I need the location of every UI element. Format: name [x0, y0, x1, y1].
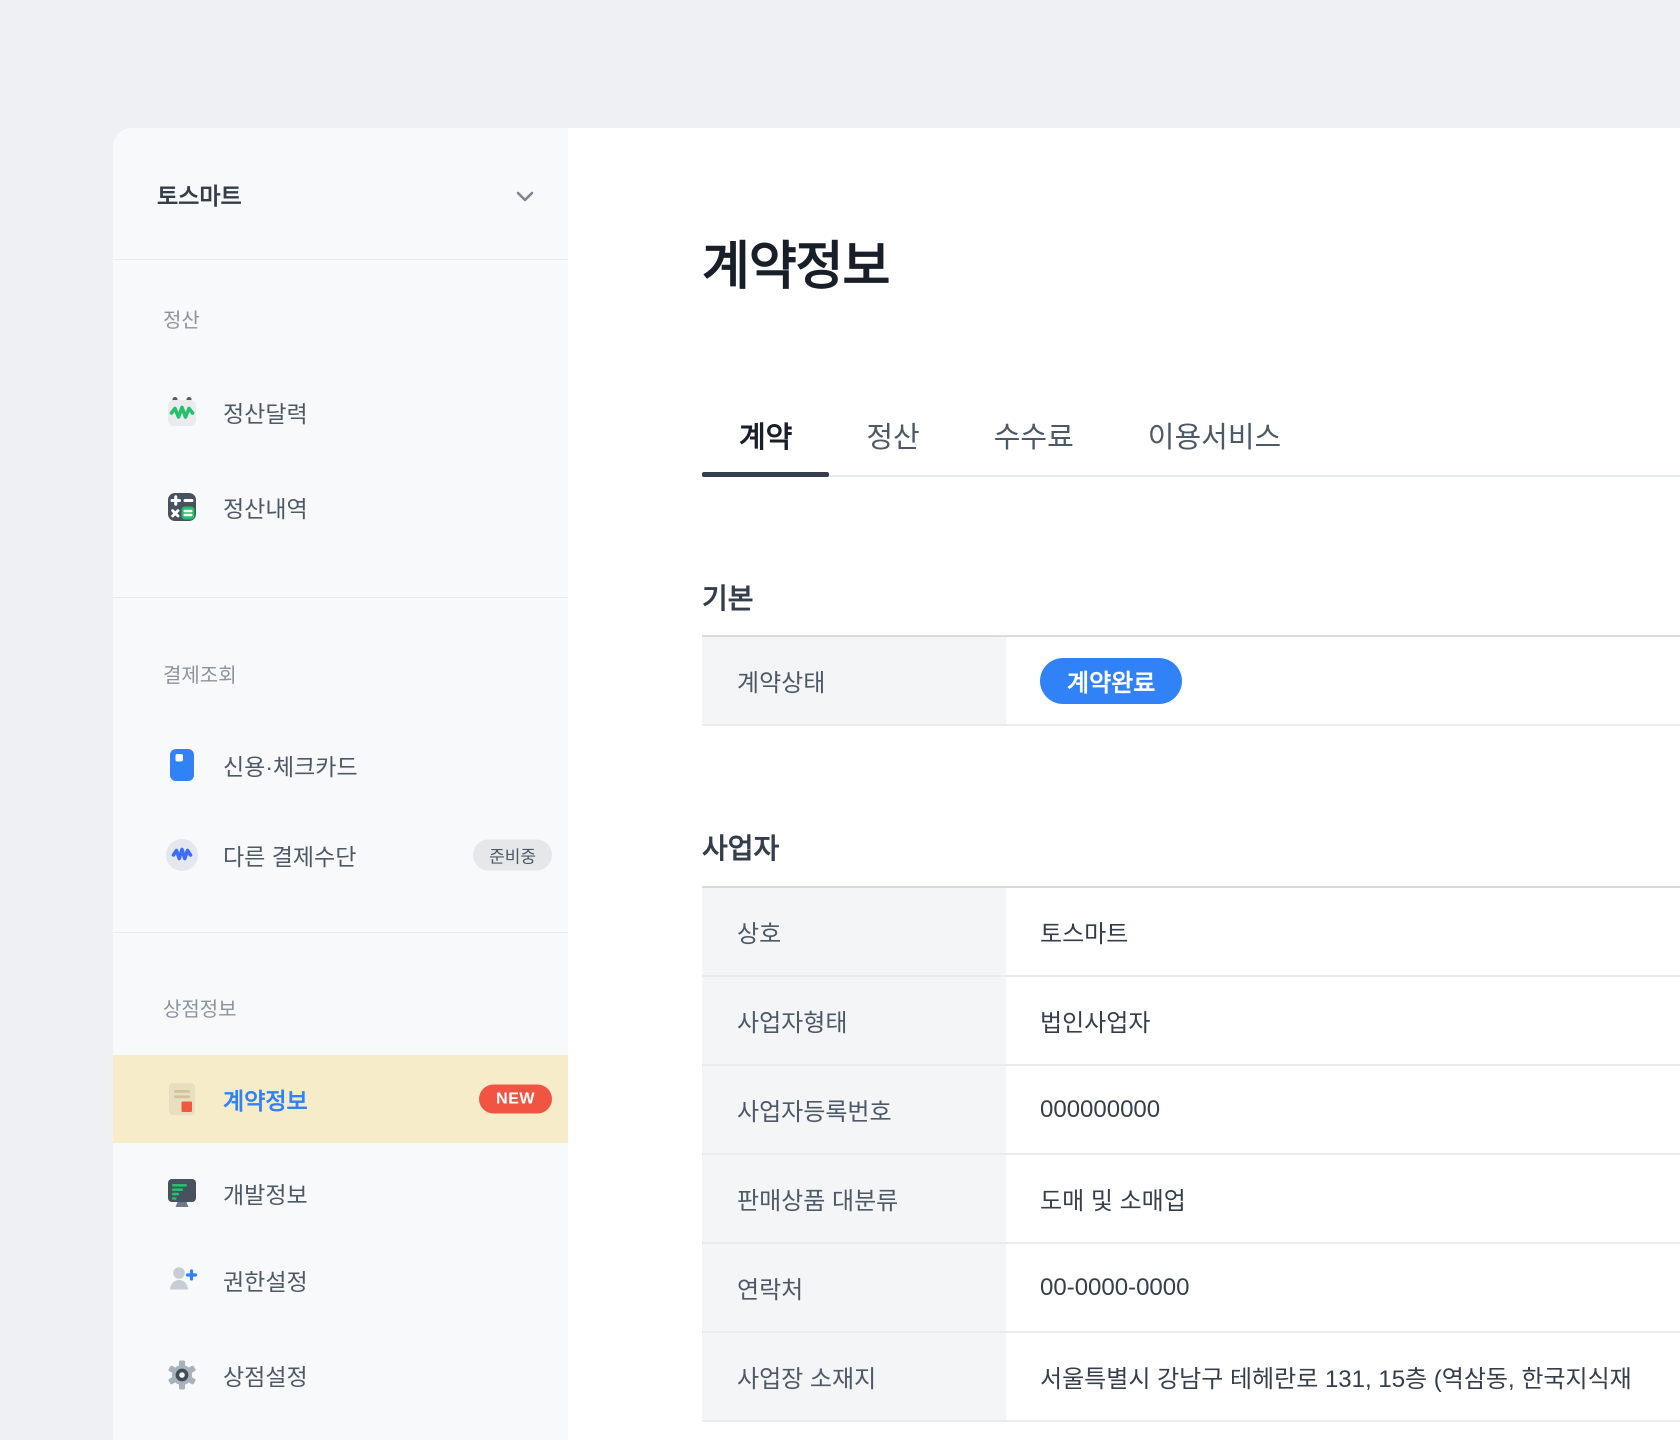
table-row: 판매상품 대분류 도매 및 소매업 — [702, 1155, 1680, 1244]
sidebar-item-label: 다른 결제수단 — [223, 844, 357, 870]
sidebar-item-settlement-history[interactable]: 정산내역 — [113, 479, 568, 535]
tab-fees[interactable]: 수수료 — [957, 394, 1111, 475]
row-label: 계약상태 — [702, 637, 1006, 724]
sidebar-item-label: 개발정보 — [223, 1182, 308, 1208]
row-value: 00-0000-0000 — [1040, 1273, 1190, 1301]
sidebar: 토스마트 정산 정산달력 정산내역 결제조회 신용·체크카드 다른 결제수단 준… — [113, 128, 568, 1440]
sidebar-item-dev-info[interactable]: 개발정보 — [113, 1165, 568, 1221]
table-row: 상호 토스마트 — [702, 888, 1680, 977]
sidebar-item-store-settings[interactable]: 상점설정 — [113, 1347, 568, 1403]
table-row: 사업장 소재지 서울특별시 강남구 테헤란로 131, 15층 (역삼동, 한국… — [702, 1333, 1680, 1422]
settlement-history-icon — [165, 490, 199, 524]
dev-monitor-icon — [165, 1176, 199, 1210]
contract-doc-icon — [165, 1082, 199, 1116]
main-content: 계약정보 계약 정산 수수료 이용서비스 기본 계약상태 계약완료 사업자 상호… — [568, 128, 1680, 1440]
section-label-store-info: 상점정보 — [163, 998, 237, 1021]
credit-card-icon — [165, 748, 199, 782]
table-row: 사업자형태 법인사업자 — [702, 977, 1680, 1066]
contract-status-badge: 계약완료 — [1040, 657, 1183, 704]
row-label: 연락처 — [702, 1244, 1006, 1331]
section-heading-business: 사업자 — [702, 833, 780, 864]
row-label: 사업자형태 — [702, 977, 1006, 1064]
row-value: 계약완료 — [1006, 637, 1680, 724]
tab-contract[interactable]: 계약 — [702, 394, 830, 477]
sidebar-divider — [113, 932, 568, 933]
page-title: 계약정보 — [702, 238, 890, 296]
business-info-table: 상호 토스마트 사업자형태 법인사업자 사업자등록번호 000000000 판매… — [702, 886, 1680, 1422]
row-label: 사업자등록번호 — [702, 1066, 1006, 1153]
ready-badge: 준비중 — [473, 839, 552, 871]
tab-bar: 계약 정산 수수료 이용서비스 — [702, 394, 1680, 477]
row-label: 상호 — [702, 888, 1006, 975]
sidebar-item-label: 권한설정 — [223, 1269, 308, 1295]
table-row: 사업자등록번호 000000000 — [702, 1066, 1680, 1155]
sidebar-item-other-payment-methods[interactable]: 다른 결제수단 준비중 — [113, 827, 568, 883]
settlement-calendar-icon — [165, 395, 199, 429]
sidebar-item-label: 계약정보 — [223, 1088, 308, 1114]
gear-icon — [165, 1358, 199, 1392]
sidebar-item-credit-check-card[interactable]: 신용·체크카드 — [113, 737, 568, 793]
person-add-icon — [165, 1263, 199, 1297]
section-label-payments: 결제조회 — [163, 664, 237, 687]
row-value: 000000000 — [1040, 1095, 1161, 1123]
won-circle-icon — [165, 838, 199, 872]
row-value: 법인사업자 — [1040, 1010, 1151, 1037]
sidebar-item-label: 신용·체크카드 — [223, 754, 358, 780]
sidebar-item-settlement-calendar[interactable]: 정산달력 — [113, 384, 568, 440]
new-badge: NEW — [479, 1084, 552, 1114]
sidebar-divider — [113, 597, 568, 598]
row-label: 사업장 소재지 — [702, 1333, 1006, 1420]
merchant-name: 토스마트 — [157, 183, 242, 209]
row-label: 판매상품 대분류 — [702, 1155, 1006, 1242]
sidebar-item-label: 정산달력 — [223, 401, 308, 427]
section-heading-basic: 기본 — [702, 583, 754, 614]
sidebar-item-label: 정산내역 — [223, 496, 308, 522]
tab-services[interactable]: 이용서비스 — [1111, 394, 1318, 475]
chevron-down-icon[interactable] — [512, 183, 538, 209]
sidebar-item-contract-info[interactable]: 계약정보 NEW — [113, 1055, 568, 1143]
basic-info-table: 계약상태 계약완료 — [702, 635, 1680, 726]
table-row: 연락처 00-0000-0000 — [702, 1244, 1680, 1333]
sidebar-item-permission-settings[interactable]: 권한설정 — [113, 1252, 568, 1308]
section-label-settlement: 정산 — [163, 309, 200, 332]
row-value: 서울특별시 강남구 테헤란로 131, 15층 (역삼동, 한국지식재 — [1040, 1366, 1632, 1393]
merchant-selector[interactable]: 토스마트 — [113, 128, 568, 260]
tab-settlement[interactable]: 정산 — [829, 394, 956, 475]
row-value: 도매 및 소매업 — [1040, 1188, 1186, 1215]
row-value: 토스마트 — [1040, 921, 1129, 948]
sidebar-item-label: 상점설정 — [223, 1364, 308, 1390]
table-row: 계약상태 계약완료 — [702, 637, 1680, 726]
